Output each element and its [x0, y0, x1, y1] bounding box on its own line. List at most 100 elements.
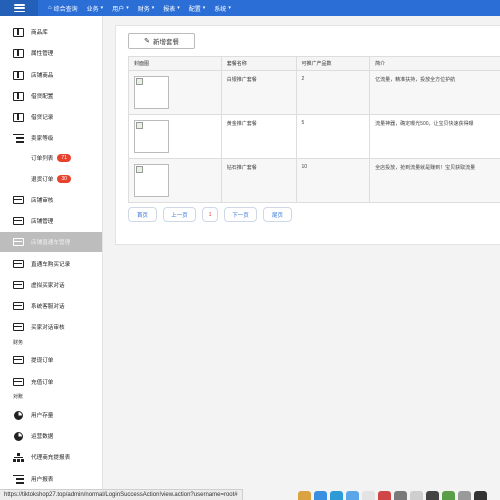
sidebar-item-label: 商品库	[31, 30, 48, 36]
sidebar-item-shop-products[interactable]: 店铺商品	[0, 65, 102, 85]
sidebar-item-seller-level[interactable]: 卖家等级	[0, 128, 102, 148]
table-row[interactable]: 钻石推广套餐 10 全店投放，抢到流量就是赚到！宝贝获取流量	[128, 158, 500, 203]
count-badge: 71	[57, 154, 71, 162]
nav-menu-label: 系统	[214, 6, 227, 13]
list-icon	[13, 133, 24, 143]
table-row[interactable]: 黄金推广套餐 5 流量神器，确定曝光500，让宝贝快速获得曝	[128, 114, 500, 159]
package-count: 10	[295, 158, 371, 203]
current-page-indicator[interactable]: 1	[202, 207, 218, 222]
dock-app-icon[interactable]	[442, 491, 455, 500]
sidebar-item-label: 退货订单	[31, 177, 54, 183]
book-icon	[13, 27, 24, 37]
dock-app-icon[interactable]	[346, 491, 359, 500]
nav-menu-system[interactable]: 系统 ▾	[214, 4, 231, 13]
nav-menu-users[interactable]: 用户 ▾	[112, 4, 129, 13]
caret-down-icon: ▾	[228, 5, 231, 11]
card-icon	[13, 356, 24, 365]
sidebar-group-finance: 财务	[13, 340, 24, 346]
nav-home[interactable]: ⌂ 综合查询	[48, 4, 78, 13]
sidebar-item-system-support-chat[interactable]: 系统客服对话	[0, 296, 102, 316]
nav-menu-config[interactable]: 配置 ▾	[189, 4, 206, 13]
dock-app-icon[interactable]	[394, 491, 407, 500]
sidebar-item-return-orders[interactable]: 退货订单 30	[0, 169, 102, 189]
next-page-button[interactable]: 下一页	[224, 207, 257, 222]
sidebar-item-attributes[interactable]: 属性管理	[0, 43, 102, 63]
sidebar-item-operations-data[interactable]: 运营数据	[0, 426, 102, 446]
sidebar-item-product-library[interactable]: 商品库	[0, 22, 102, 42]
sidebar-item-withdraw-orders[interactable]: 提现订单	[0, 350, 102, 370]
sidebar-item-label: 借贷配置	[31, 94, 54, 100]
book-icon	[13, 48, 24, 58]
nav-menu-reports[interactable]: 报表 ▾	[163, 4, 180, 13]
sidebar-item-shop-review[interactable]: 店铺审核	[0, 190, 102, 210]
prev-page-button[interactable]: 上一页	[163, 207, 196, 222]
sidebar-item-loan-records[interactable]: 借贷记录	[0, 107, 102, 127]
dock-app-icon[interactable]	[378, 491, 391, 500]
book-icon	[13, 70, 24, 80]
column-header-name: 套餐名称	[220, 56, 297, 71]
nav-menu-label: 报表	[163, 6, 176, 13]
card-icon	[13, 217, 24, 226]
sidebar-item-shop-express[interactable]: 店铺直通车管理	[0, 232, 102, 252]
hamburger-icon	[13, 4, 25, 12]
sidebar-item-label: 订单列表	[31, 156, 54, 162]
caret-down-icon: ▾	[151, 5, 155, 11]
card-icon	[13, 302, 24, 311]
dock-app-icon[interactable]	[330, 491, 343, 500]
add-package-button[interactable]: ✎ 新增套餐	[128, 33, 195, 49]
package-desc: 全店投放，抢到流量就是赚到！宝贝获取流量	[369, 158, 500, 203]
sidebar-item-express-purchases[interactable]: 直通车购买记录	[0, 254, 102, 274]
sidebar-item-label: 提现订单	[31, 358, 54, 364]
content-panel: ✎ 新增套餐 封面图 套餐名称 可推广产品数 简介 白银推广套餐 2 亿流量，精…	[115, 25, 500, 245]
sidebar-item-loan-config[interactable]: 借贷配置	[0, 86, 102, 106]
add-package-label: 新增套餐	[152, 39, 179, 46]
menu-toggle-button[interactable]	[0, 0, 38, 16]
package-name: 钻石推广套餐	[220, 158, 297, 203]
tree-icon	[13, 452, 24, 462]
sidebar-item-label: 系统客服对话	[31, 304, 65, 310]
sidebar-item-label: 借贷记录	[31, 115, 54, 121]
caret-down-icon: ▾	[126, 5, 129, 11]
sidebar-item-label: 虚拟买家对话	[31, 283, 65, 289]
top-navbar: ⌂ 综合查询 业务 ▾ 用户 ▾ 财务 ▾ 报表 ▾ 配置 ▾ 系统 ▾	[0, 0, 500, 16]
sidebar-item-order-list[interactable]: 订单列表 71	[0, 148, 102, 168]
sidebar-item-agent-report[interactable]: 代理商充提报表	[0, 447, 102, 467]
package-count: 5	[295, 114, 371, 159]
nav-home-label: 综合查询	[53, 6, 78, 13]
sidebar-item-label: 卖家等级	[31, 136, 54, 142]
sidebar-item-virtual-buyer-chat[interactable]: 虚拟买家对话	[0, 275, 102, 295]
first-page-button[interactable]: 首页	[128, 207, 157, 222]
nav-menu-label: 配置	[188, 6, 201, 13]
broken-image-icon	[134, 120, 169, 153]
dock-app-icon[interactable]	[458, 491, 471, 500]
dock-app-icon[interactable]	[314, 491, 327, 500]
package-desc: 亿流量，精准扶持，投放全方位护航	[369, 70, 500, 115]
column-header-desc: 简介	[369, 56, 500, 71]
dock-app-icon[interactable]	[426, 491, 439, 500]
browser-status-bar: https://tiktokshop27.top/admin/normal/Lo…	[0, 489, 243, 500]
nav-menu-business[interactable]: 业务 ▾	[87, 4, 104, 13]
sidebar-group-reports: 对账	[13, 394, 24, 400]
card-icon	[13, 323, 24, 332]
sidebar-item-buyer-chat-review[interactable]: 买家对话审核	[0, 317, 102, 337]
dock-app-icon[interactable]	[474, 491, 487, 500]
last-page-button[interactable]: 尾页	[263, 207, 292, 222]
sidebar-item-label: 用户报表	[31, 477, 54, 483]
sidebar-item-user-stock[interactable]: 用户存量	[0, 405, 102, 425]
pagination: 首页 上一页 1 下一页 尾页	[128, 207, 298, 222]
pencil-icon: ✎	[144, 38, 150, 45]
table-row[interactable]: 白银推广套餐 2 亿流量，精准扶持，投放全方位护航	[128, 70, 500, 115]
list-icon	[13, 474, 24, 484]
os-dock	[298, 490, 490, 500]
caret-down-icon: ▾	[177, 5, 180, 11]
cover-cell	[128, 114, 222, 159]
nav-menu-finance[interactable]: 财务 ▾	[138, 4, 155, 13]
book-icon	[13, 112, 24, 122]
dock-app-icon[interactable]	[410, 491, 423, 500]
sidebar-item-label: 店铺管理	[31, 219, 54, 225]
dock-app-icon[interactable]	[362, 491, 375, 500]
sidebar-item-recharge-orders[interactable]: 充值订单	[0, 372, 102, 392]
sidebar-item-user-report[interactable]: 用户报表	[0, 469, 102, 489]
dock-app-icon[interactable]	[298, 491, 311, 500]
sidebar-item-shop-management[interactable]: 店铺管理	[0, 211, 102, 231]
